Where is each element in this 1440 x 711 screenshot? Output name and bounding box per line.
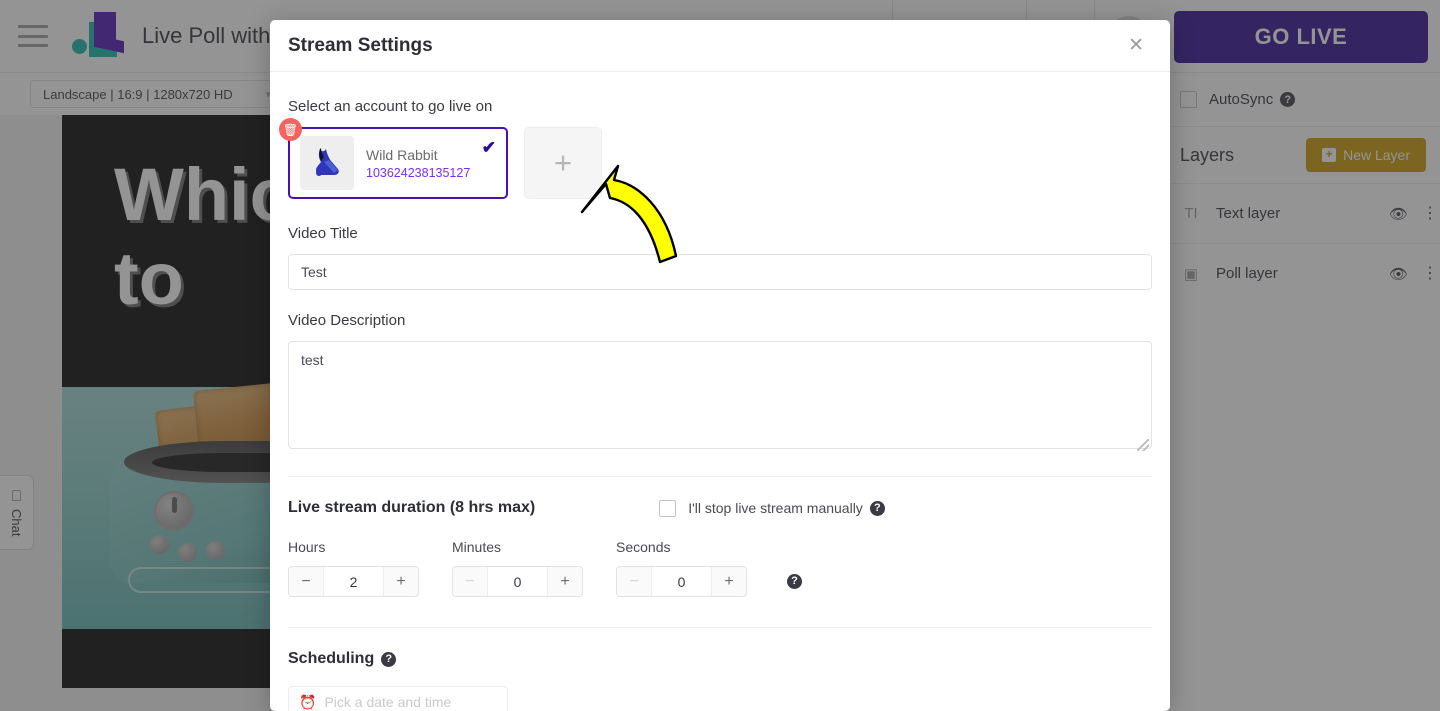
seconds-label: Seconds [616,539,671,555]
duration-header: Live stream duration (8 hrs max) I'll st… [288,499,1152,517]
section-divider [288,476,1152,477]
video-description-label: Video Description [288,312,406,329]
scheduling-label: Scheduling [288,650,375,667]
hours-label: Hours [288,539,326,555]
minutes-decrement-button[interactable]: − [453,567,487,596]
duration-help-icon[interactable]: ? [787,573,802,589]
manual-stop-help-icon[interactable]: ? [869,500,885,516]
modal-title: Stream Settings [288,34,433,56]
minutes-increment-button[interactable]: + [548,567,582,596]
scheduling-help-icon[interactable]: ? [381,651,397,667]
date-time-picker[interactable]: ⏰ Pick a date and time [288,686,508,711]
hours-stepper[interactable]: − 2 + [288,566,419,597]
duration-label: Live stream duration (8 hrs max) [288,499,536,516]
manual-stop-row[interactable]: I'll stop live stream manually ? [659,499,885,517]
video-title-input[interactable] [288,254,1152,290]
accounts-row: 🗑 Wild Rabbit 103624238135127 ✔ + [279,118,1152,199]
account-section-label: Select an account to go live on [288,98,493,115]
video-description-block: Video Description [288,312,1152,454]
stream-settings-modal: Stream Settings ✕ Select an account to g… [270,20,1170,711]
video-title-block: Video Title [288,225,1152,290]
minutes-value[interactable]: 0 [487,567,548,596]
section-divider-2 [288,627,1152,628]
clock-icon: ⏰ [299,693,317,710]
seconds-stepper[interactable]: − 0 + [616,566,747,597]
seconds-decrement-button[interactable]: − [617,567,651,596]
hours-stepper-col: Hours − 2 + [288,539,419,597]
scheduling-header: Scheduling ? [288,650,1152,668]
account-meta: Wild Rabbit 103624238135127 [366,147,470,180]
close-icon[interactable]: ✕ [1120,30,1152,61]
add-account-button[interactable]: + [524,127,602,199]
modal-header: Stream Settings ✕ [270,20,1170,72]
minutes-label: Minutes [452,539,502,555]
delete-account-icon[interactable]: 🗑 [279,118,302,141]
minutes-stepper[interactable]: − 0 + [452,566,583,597]
seconds-increment-button[interactable]: + [712,567,746,596]
video-description-input[interactable] [288,341,1152,449]
manual-stop-label: I'll stop live stream manually [688,500,863,516]
account-name: Wild Rabbit [366,146,438,163]
video-title-label: Video Title [288,225,358,242]
hours-value[interactable]: 2 [323,567,384,596]
seconds-value[interactable]: 0 [651,567,712,596]
hours-decrement-button[interactable]: − [289,567,323,596]
account-avatar [300,136,354,190]
duration-steppers: Hours − 2 + Minutes − 0 + Seconds − 0 + … [288,539,1152,597]
manual-stop-checkbox[interactable] [659,499,677,517]
date-time-placeholder: Pick a date and time [324,694,452,710]
check-icon: ✔ [481,138,496,157]
account-card-wild-rabbit[interactable]: 🗑 Wild Rabbit 103624238135127 ✔ [279,118,508,199]
seconds-stepper-col: Seconds − 0 + [616,539,747,597]
minutes-stepper-col: Minutes − 0 + [452,539,583,597]
resize-grip-icon[interactable] [1137,439,1149,451]
hours-increment-button[interactable]: + [384,567,418,596]
modal-body: Select an account to go live on 🗑 Wild R… [270,72,1170,711]
account-id: 103624238135127 [366,165,471,180]
